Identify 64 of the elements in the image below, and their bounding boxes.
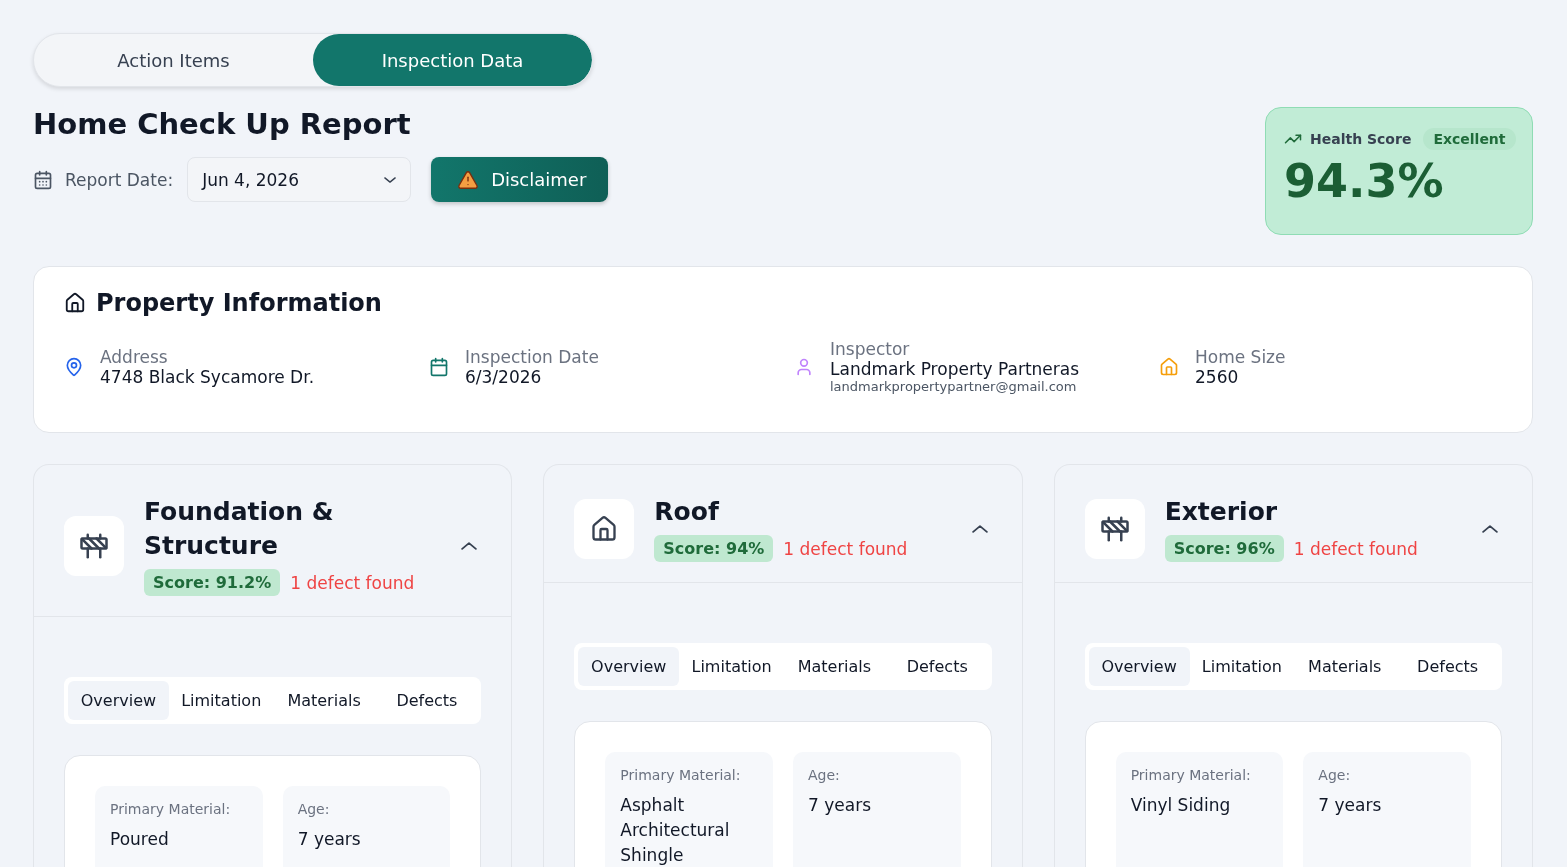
defect-count: 1 defect found bbox=[290, 572, 415, 593]
report-date-select[interactable]: Jun 4, 2026 bbox=[187, 157, 412, 202]
section-tab[interactable]: Limitation bbox=[1191, 647, 1293, 686]
house-icon bbox=[64, 292, 86, 314]
page-title: Home Check Up Report bbox=[33, 107, 412, 141]
detail-value: 7 years bbox=[1318, 794, 1383, 817]
field-label: Home Size bbox=[1195, 346, 1286, 367]
field-label: Inspector bbox=[830, 339, 911, 359]
section-tab[interactable]: Defects bbox=[886, 647, 988, 686]
section-tab[interactable]: Limitation bbox=[681, 647, 782, 686]
score-badge: Score: 94% bbox=[654, 535, 774, 562]
section-title: Property Information bbox=[96, 289, 382, 317]
detail-label: Primary Material: bbox=[620, 767, 742, 783]
calendar-icon bbox=[33, 169, 53, 190]
person-icon bbox=[794, 356, 814, 377]
calendar-icon bbox=[429, 356, 449, 377]
view-tab[interactable]: Inspection Data bbox=[313, 34, 592, 86]
section-tab[interactable]: Materials bbox=[784, 647, 885, 686]
field-value: Landmark Property Partneras bbox=[830, 359, 1080, 379]
section-tab[interactable]: Defects bbox=[376, 681, 478, 720]
inspector-email: landmarkpropertypartner@gmail.com bbox=[830, 379, 1078, 394]
warning-icon bbox=[457, 168, 480, 191]
health-score-label: Health Score bbox=[1310, 131, 1412, 147]
detail-value: Vinyl Siding bbox=[1130, 794, 1232, 817]
detail-value: 7 years bbox=[297, 828, 362, 851]
house-icon bbox=[1159, 356, 1179, 377]
field-value: 2560 bbox=[1195, 366, 1240, 387]
field-value: 4748 Black Sycamore Dr. bbox=[100, 366, 315, 387]
house-icon bbox=[590, 514, 619, 543]
chevron-up-icon bbox=[1482, 524, 1498, 533]
section-title: Roof bbox=[654, 496, 720, 528]
defect-count: 1 defect found bbox=[783, 538, 908, 559]
disclaimer-button[interactable]: Disclaimer bbox=[431, 157, 609, 202]
score-badge: Score: 96% bbox=[1164, 535, 1284, 562]
score-badge: Score: 91.2% bbox=[144, 569, 281, 596]
detail-value: Asphalt Architectural Shingle bbox=[620, 794, 731, 867]
report-date-label: Report Date: bbox=[65, 169, 174, 190]
defect-count: 1 defect found bbox=[1293, 538, 1418, 559]
field-label: Inspection Date bbox=[465, 346, 599, 367]
detail-label: Primary Material: bbox=[1130, 767, 1252, 783]
detail-label: Age: bbox=[1318, 767, 1352, 783]
section-tab[interactable]: Materials bbox=[273, 681, 375, 720]
detail-label: Age: bbox=[808, 767, 841, 783]
section-tab[interactable]: Overview bbox=[68, 681, 169, 720]
detail-label: Age: bbox=[297, 801, 331, 817]
section-title: Foundation & Structure bbox=[144, 496, 335, 562]
health-score-value: 94.3% bbox=[1284, 154, 1445, 208]
section-tab[interactable]: Overview bbox=[1088, 647, 1190, 686]
section-tab[interactable]: Materials bbox=[1294, 647, 1396, 686]
chevron-up-icon bbox=[461, 541, 478, 550]
rating-badge: Excellent bbox=[1423, 128, 1516, 150]
section-title: Exterior bbox=[1164, 496, 1279, 528]
field-label: Address bbox=[100, 346, 169, 367]
detail-value: 7 years bbox=[808, 794, 872, 817]
field-value: 6/3/2026 bbox=[465, 366, 542, 387]
detail-label: Primary Material: bbox=[110, 801, 232, 817]
view-tab[interactable]: Action Items bbox=[34, 34, 313, 86]
chevron-up-icon bbox=[971, 524, 988, 533]
section-tab[interactable]: Defects bbox=[1397, 647, 1499, 686]
map-pin-icon bbox=[64, 356, 84, 377]
section-tab[interactable]: Limitation bbox=[170, 681, 272, 720]
detail-value: Poured bbox=[110, 828, 170, 851]
chevron-down-icon bbox=[384, 176, 397, 183]
section-tab[interactable]: Overview bbox=[578, 647, 680, 686]
